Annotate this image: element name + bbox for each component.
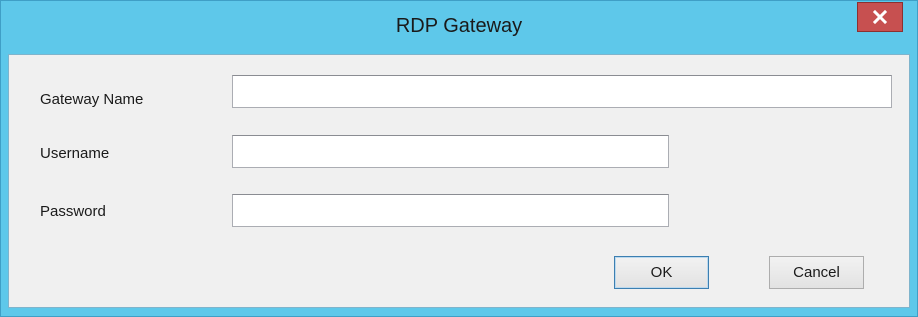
ok-button[interactable]: OK	[614, 256, 709, 289]
password-field[interactable]	[232, 194, 669, 227]
window-title: RDP Gateway	[395, 15, 523, 37]
username-field[interactable]	[232, 135, 669, 168]
close-button[interactable]	[857, 2, 903, 32]
password-label: Password	[40, 203, 106, 220]
username-label: Username	[40, 145, 110, 162]
dialog-body: Gateway Name Username Password OK Cancel	[8, 54, 910, 308]
title-bar[interactable]: RDP Gateway	[1, 1, 917, 54]
gateway-name-label: Gateway Name	[40, 91, 144, 108]
dialog-window: RDP Gateway Gateway Name Username Passwo…	[0, 0, 918, 317]
gateway-name-field[interactable]	[232, 75, 892, 108]
close-icon	[873, 10, 887, 24]
cancel-button[interactable]: Cancel	[769, 256, 864, 289]
